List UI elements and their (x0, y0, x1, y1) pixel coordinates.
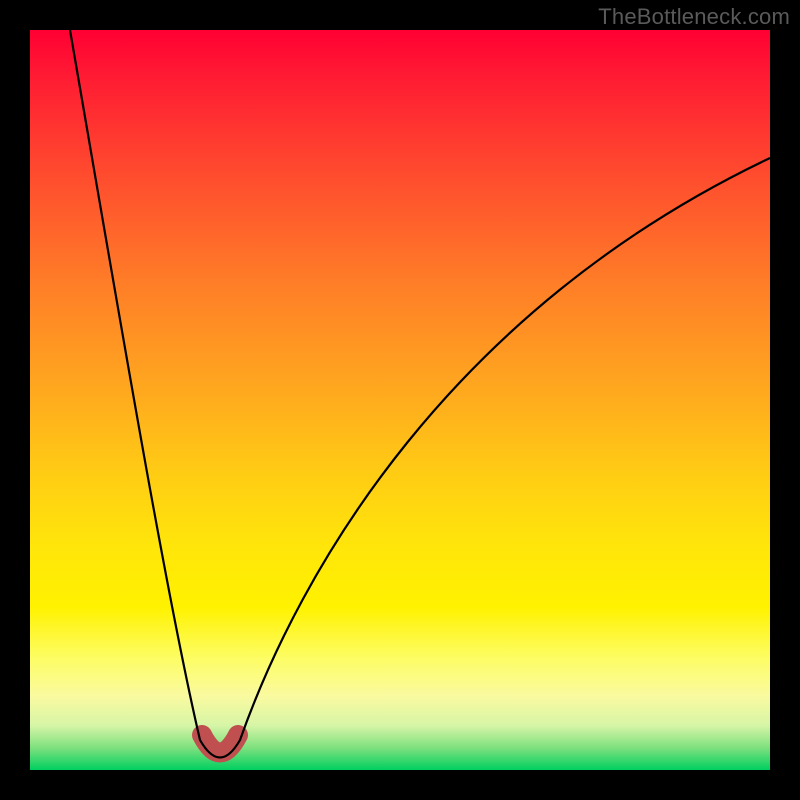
curve-layer (30, 30, 770, 770)
bottleneck-curve (70, 30, 770, 758)
gradient-plot-area (30, 30, 770, 770)
chart-frame: TheBottleneck.com (0, 0, 800, 800)
watermark-text: TheBottleneck.com (598, 4, 790, 30)
